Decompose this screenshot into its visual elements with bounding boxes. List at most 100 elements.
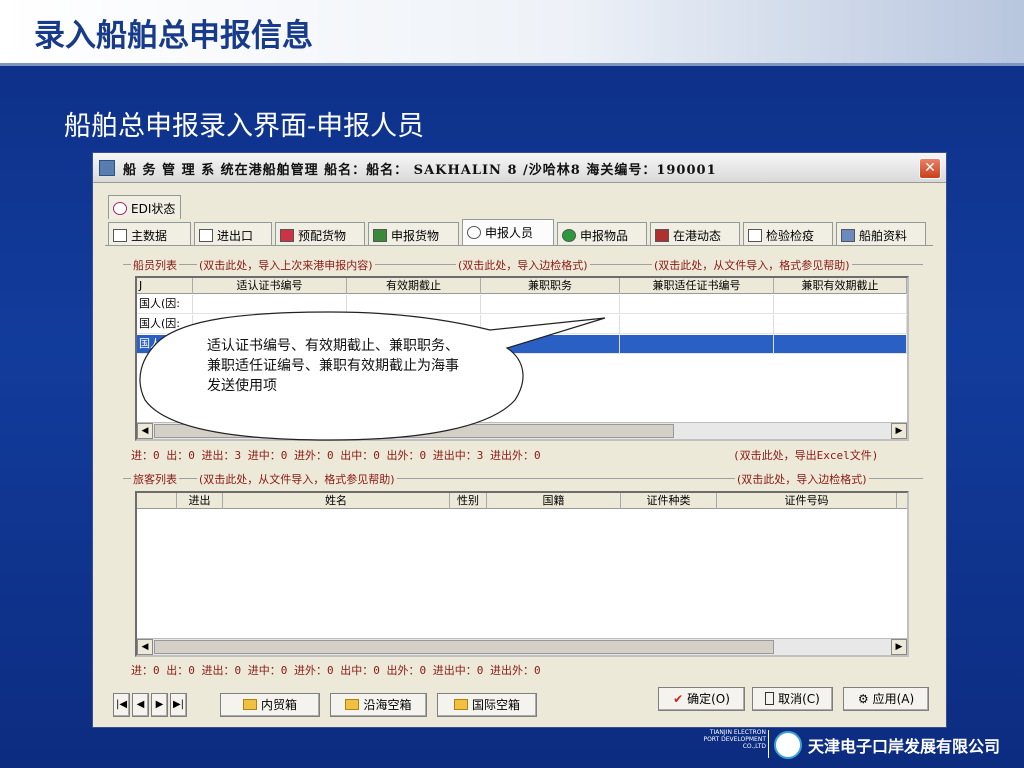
slide-subtitle: 船舶总申报录入界面-申报人员 <box>64 111 425 142</box>
ship-photo-icon <box>841 229 855 242</box>
folder-icon <box>453 699 468 710</box>
crew-col-header[interactable]: 有效期截止 <box>347 278 481 294</box>
domestic-box-button[interactable]: 内贸箱 <box>220 693 320 717</box>
passenger-col-header[interactable]: 国籍 <box>487 493 621 509</box>
book-icon <box>748 229 762 242</box>
company-logo-chinese: 天津电子口岸发展有限公司 <box>808 737 1001 756</box>
passenger-col-header[interactable]: 证件种类 <box>621 493 717 509</box>
nav-prev-button[interactable]: ◀ <box>132 693 149 717</box>
scroll-thumb[interactable] <box>154 640 774 654</box>
crew-cell: 国人(因: <box>137 295 193 314</box>
scroll-thumb[interactable] <box>154 424 674 438</box>
passenger-col-header[interactable]: 姓名 <box>223 493 450 509</box>
passenger-col-header[interactable]: 进出 <box>177 493 223 509</box>
crew-cell <box>774 315 907 334</box>
coastal-empty-box-button[interactable]: 沿海空箱 <box>330 693 427 717</box>
slide-title: 录入船舶总申报信息 <box>34 18 313 54</box>
apply-button[interactable]: ⚙ 应用(A) <box>843 687 929 711</box>
company-logo-icon <box>774 731 802 759</box>
slide-header: 录入船舶总申报信息 <box>0 0 1024 66</box>
app-icon <box>99 160 115 176</box>
globe-icon <box>562 229 576 242</box>
crew-cell <box>620 295 774 314</box>
tab-edi-status[interactable]: EDI状态 <box>108 195 182 219</box>
crew-col-header[interactable]: J <box>137 278 193 294</box>
crew-cell <box>347 315 481 334</box>
callout-text: 适认证书编号、有效期截止、兼职职务、兼职适任证编号、兼职有效期截止为海事发送使用… <box>207 338 459 394</box>
passenger-status-counts: 进：0 出：0 进出：0 进中：0 进外：0 出中：0 出外：0 进出中：0 进… <box>131 664 541 677</box>
passenger-col-header <box>137 493 177 509</box>
crew-group-label: 船员列表 <box>131 257 179 273</box>
passenger-grid[interactable]: 进出 姓名 性别 国籍 证件种类 证件号码 ◀ ▶ <box>135 491 909 657</box>
passenger-hscrollbar[interactable]: ◀ ▶ <box>137 638 907 655</box>
crew-cell: 国人 <box>137 335 193 354</box>
folder-icon <box>345 699 360 710</box>
nav-first-button[interactable]: |◀ <box>113 693 130 717</box>
table-row[interactable]: 国人(因: <box>137 295 907 314</box>
checkmark-icon: ✔ <box>673 692 684 706</box>
tab-port-status[interactable]: 在港动态 <box>650 222 740 246</box>
crew-cell <box>193 295 347 314</box>
international-empty-box-button[interactable]: 国际空箱 <box>437 693 537 717</box>
passenger-import-file-link[interactable]: (双击此处，从文件导入，格式参见帮助) <box>197 471 397 487</box>
table-icon <box>199 229 213 242</box>
scroll-left-icon[interactable]: ◀ <box>137 423 153 439</box>
passenger-col-header[interactable]: 性别 <box>450 493 487 509</box>
crew-grid-header: J 适认证书编号 有效期截止 兼职职务 兼职适任证书编号 兼职有效期截止 <box>137 278 907 294</box>
passenger-group-label: 旅客列表 <box>131 471 179 487</box>
crew-status-counts: 进：0 出：0 进出：3 进中：0 进外：0 出中：0 出外：0 进出中：3 进… <box>131 449 541 462</box>
crew-cell: 国人(因: <box>137 315 193 334</box>
nav-next-button[interactable]: ▶ <box>151 693 168 717</box>
tab-strip-line <box>105 245 933 246</box>
nav-last-button[interactable]: ▶| <box>170 693 187 717</box>
crew-col-header[interactable]: 兼职有效期截止 <box>774 278 907 294</box>
tab-main-data[interactable]: 主数据 <box>108 222 191 246</box>
window-titlebar[interactable]: 船 务 管 理 系 统在港船舶管理 船名：船名： SAKHALIN 8 /沙哈林… <box>93 153 946 183</box>
crew-cell <box>620 335 774 354</box>
ship-icon <box>655 229 669 242</box>
crew-col-header[interactable]: 适认证书编号 <box>193 278 347 294</box>
passenger-col-header[interactable]: 证件号码 <box>717 493 897 509</box>
tab-declared-crew[interactable]: 申报人员 <box>462 219 554 246</box>
tab-ship-info[interactable]: 船舶资料 <box>836 222 926 246</box>
crew-export-link[interactable]: (双击此处，导出Excel文件) <box>733 447 878 463</box>
folder-icon <box>242 699 257 710</box>
app-window: 船 务 管 理 系 统在港船舶管理 船名：船名： SAKHALIN 8 /沙哈林… <box>92 152 947 728</box>
scroll-right-icon[interactable]: ▶ <box>891 423 907 439</box>
scroll-left-icon[interactable]: ◀ <box>137 639 153 655</box>
crew-col-header[interactable]: 兼职职务 <box>481 278 620 294</box>
crew-cell <box>481 315 620 334</box>
map-icon <box>373 229 387 242</box>
crew-cell <box>774 335 907 354</box>
passenger-import-border-link[interactable]: (双击此处，导入边检格式) <box>735 471 869 487</box>
apply-icon: ⚙ <box>857 692 869 706</box>
cancel-button[interactable]: 取消(C) <box>752 687 833 711</box>
tab-declared-cargo[interactable]: 申报货物 <box>368 222 459 246</box>
doc-icon <box>113 229 127 242</box>
window-title: 船 务 管 理 系 统在港船舶管理 船名：船名： SAKHALIN 8 /沙哈林… <box>123 163 717 178</box>
crew-col-header[interactable]: 兼职适任证书编号 <box>620 278 774 294</box>
edi-icon <box>113 202 127 215</box>
exit-door-icon <box>765 692 775 705</box>
close-button[interactable]: ✕ <box>919 158 941 179</box>
table-row[interactable]: 国人(因: <box>137 315 907 334</box>
crew-cell <box>481 335 620 354</box>
crew-cell <box>774 295 907 314</box>
tab-declared-items[interactable]: 申报物品 <box>557 222 647 246</box>
logo-divider <box>768 730 769 758</box>
person-icon <box>467 226 481 239</box>
passenger-grid-header: 进出 姓名 性别 国籍 证件种类 证件号码 <box>137 493 907 509</box>
crew-cell <box>481 295 620 314</box>
company-logo-english: TIANJIN ELECTRON PORT DEVELOPMENT CO.,LT… <box>703 729 766 750</box>
crew-cell <box>193 315 347 334</box>
crew-import-border-link[interactable]: (双击此处，导入边检格式) <box>456 257 590 273</box>
tab-import-export[interactable]: 进出口 <box>194 222 272 246</box>
tab-preload-cargo[interactable]: 预配货物 <box>275 222 365 246</box>
crew-import-file-link[interactable]: (双击此处，从文件导入，格式参见帮助) <box>652 257 852 273</box>
tab-inspection[interactable]: 检验检疫 <box>743 222 833 246</box>
ok-button[interactable]: ✔ 确定(O) <box>658 687 745 711</box>
crew-import-last-link[interactable]: (双击此处，导入上次来港申报内容) <box>197 257 375 273</box>
scroll-right-icon[interactable]: ▶ <box>891 639 907 655</box>
cargo-icon <box>280 229 294 242</box>
crew-hscrollbar[interactable]: ◀ ▶ <box>137 422 907 439</box>
